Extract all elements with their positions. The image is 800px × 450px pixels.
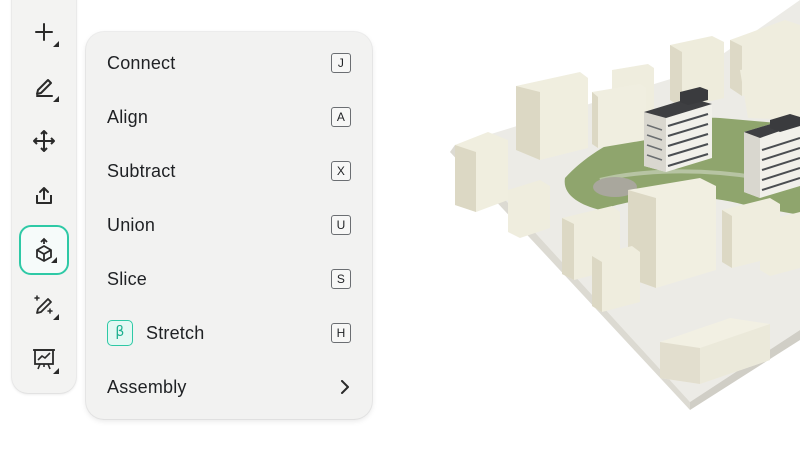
menu-item-stretch[interactable]: β Stretch H bbox=[86, 310, 372, 356]
shortcut-key: X bbox=[331, 161, 351, 181]
submenu-corner-icon bbox=[53, 314, 59, 320]
menu-item-assembly[interactable]: Assembly bbox=[86, 364, 372, 410]
add-tool-button[interactable] bbox=[19, 7, 69, 57]
shortcut-key: S bbox=[331, 269, 351, 289]
menu-item-label: Assembly bbox=[107, 376, 187, 397]
shortcut-key: A bbox=[331, 107, 351, 127]
menu-item-slice[interactable]: Slice S bbox=[86, 256, 372, 302]
beta-badge: β bbox=[107, 320, 133, 346]
menu-item-label: Union bbox=[107, 214, 156, 235]
modify-menu: Connect J Align A Subtract X Union U Sli… bbox=[86, 32, 372, 419]
draw-tool-button[interactable] bbox=[19, 62, 69, 112]
menu-item-label: Align bbox=[107, 106, 149, 127]
menu-item-label: Stretch bbox=[146, 322, 205, 343]
magic-tool-button[interactable] bbox=[19, 280, 69, 330]
menu-item-subtract[interactable]: Subtract X bbox=[86, 148, 372, 194]
move-tool-button[interactable] bbox=[19, 116, 69, 166]
left-toolbar bbox=[12, 0, 76, 393]
submenu-corner-icon bbox=[51, 257, 57, 263]
modify-tool-button[interactable] bbox=[19, 225, 69, 275]
shortcut-key: J bbox=[331, 53, 351, 73]
export-tool-button[interactable] bbox=[19, 171, 69, 221]
submenu-corner-icon bbox=[53, 96, 59, 102]
shortcut-key: H bbox=[331, 323, 351, 343]
presentation-tool-button[interactable] bbox=[19, 334, 69, 384]
export-icon bbox=[36, 187, 52, 204]
shortcut-key: U bbox=[331, 215, 351, 235]
menu-item-label: Connect bbox=[107, 52, 176, 73]
menu-item-align[interactable]: Align A bbox=[86, 94, 372, 140]
submenu-corner-icon bbox=[53, 368, 59, 374]
chevron-right-icon bbox=[339, 379, 351, 395]
menu-item-union[interactable]: Union U bbox=[86, 202, 372, 248]
menu-item-label: Subtract bbox=[107, 160, 176, 181]
move-arrows-icon bbox=[33, 130, 55, 152]
menu-item-label: Slice bbox=[107, 268, 148, 289]
menu-item-connect[interactable]: Connect J bbox=[86, 40, 372, 86]
app-window: Connect J Align A Subtract X Union U Sli… bbox=[0, 0, 800, 450]
submenu-corner-icon bbox=[53, 41, 59, 47]
